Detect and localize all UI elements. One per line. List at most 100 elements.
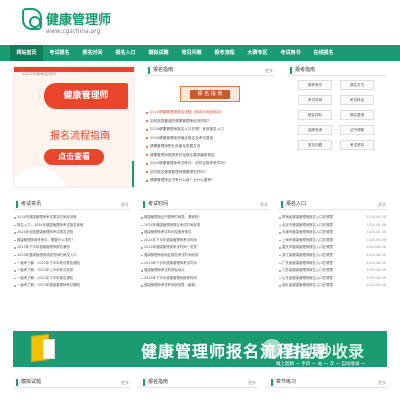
guide-list-item[interactable]: 如何选择靠谱的健康管理师培训机构？ xyxy=(145,117,275,126)
guide-list-item[interactable]: 健康管理师职业前景及发展方向 xyxy=(145,142,275,151)
guide-button-5[interactable]: 报名费用 xyxy=(340,110,374,120)
guide-list-item[interactable]: 2024健康管理师考试条件：你符合报考条件吗？ xyxy=(145,159,275,168)
list-item[interactable]: 健康管理师各地区报名考试时间安排 xyxy=(140,252,270,260)
nav-item-7[interactable]: 大赛专区 xyxy=(241,45,274,61)
banner-accent xyxy=(132,161,134,187)
section-title: 报名入口 xyxy=(281,201,306,208)
section-header: 模拟试题 更多 xyxy=(13,378,131,388)
list-item-text: 2023年下半年健康管理师考试时间 xyxy=(144,260,197,265)
list-item-text: 健康管理师考试时间安排表（最新） xyxy=(144,283,199,288)
news-list: 2024年健康管理师考试报名时间及流程 报名入口：2024年健康管理师考试报名官网… xyxy=(13,214,131,290)
nav-item-1[interactable]: 考试报名 xyxy=(43,45,76,61)
nav-item-5[interactable]: 常见问题 xyxy=(175,45,208,61)
list-item[interactable]: 健康管理师报考条件，需要什么学历？ xyxy=(13,237,131,245)
list-item[interactable]: 健康管理师考试时间及报考条件 xyxy=(140,229,270,237)
guide-button-9[interactable]: 考试资料 xyxy=(340,140,374,150)
exam-guide-panel: 报考指南 报考条件 报名方式 考试时间 考试科目 报名材料 报名费用 成绩查询 证书领取 常见问… xyxy=(287,66,387,190)
nav-item-2[interactable]: 报名时间 xyxy=(76,45,109,61)
list-item-text: 一级考了解，2021年健康管理师考试通知 xyxy=(17,283,80,288)
list-item[interactable]: 2024-08-08 重庆市健康管理师报名入口在哪里 xyxy=(278,244,388,252)
banner-view-button[interactable]: 点击查看 xyxy=(44,149,104,165)
watermark: 自动秒收录 做上超精 一 手的 一 站 一 次 一 自动收录 一 xyxy=(262,338,384,367)
list-item[interactable]: 一级考了解，2021年下半年报名通知 xyxy=(13,275,131,283)
guide-button-1[interactable]: 报名方式 xyxy=(340,80,374,90)
guide-list-item[interactable]: 2024健康管理师资格证报名及考试费用 xyxy=(145,134,275,143)
banner-card: 健康管理师 xyxy=(44,83,128,109)
list-item[interactable]: 2024年健康管理师报名考试时间安排 xyxy=(140,222,270,230)
guide-list-item[interactable]: 2024健康管理师报名入口在哪？官网报名入口 xyxy=(145,125,275,134)
list-item[interactable]: 一级考了解，2022年下半年考试报名通知 xyxy=(13,260,131,268)
nav-item-6[interactable]: 报考流程 xyxy=(208,45,241,61)
more-link[interactable]: 更多 xyxy=(265,68,273,74)
more-link[interactable]: 更多 xyxy=(248,380,256,386)
nav-item-3[interactable]: 报名入口 xyxy=(109,45,142,61)
list-item-text: 2024年健康管理师报名考试时间安排 xyxy=(144,222,201,227)
list-item[interactable]: 2024-08-08 江苏省健康管理师报名入口在哪里 xyxy=(278,267,388,275)
entry-list: 2024-08-08 青海省健康管理师报名入口在哪里 2024-08-08 北京市健康… xyxy=(278,214,388,290)
list-item[interactable]: 2024年健康管理师考试时间一览表 xyxy=(140,244,270,252)
guide-button-6[interactable]: 成绩查询 xyxy=(298,125,332,135)
list-item-date: 2024-08-08 xyxy=(366,230,386,235)
list-item[interactable]: 2024-08-08 浙江省健康管理师报名入口在哪里 xyxy=(278,252,388,260)
more-link[interactable]: 更多 xyxy=(378,202,386,208)
list-item[interactable]: 报名入口：2024年健康管理师考试报名官网 xyxy=(13,222,131,230)
list-item[interactable]: 2024年下半年健康管理师考试时间 xyxy=(140,237,270,245)
list-item-text: 浙江省健康管理师报名入口在哪里 xyxy=(282,252,333,257)
guide-button-7[interactable]: 证书领取 xyxy=(340,125,374,135)
list-item-text: 健康管理师各地区报名考试时间安排 xyxy=(144,252,199,257)
guide-list-item[interactable]: 2024健康管理师报名流程（报名时间及网址） xyxy=(145,108,275,117)
guide-image[interactable]: 报 名 指 南 xyxy=(180,86,240,102)
list-item-text: 青海省健康管理师报名入口在哪里 xyxy=(282,215,333,219)
list-item-text: 2024年健康管理师考试时间一览表 xyxy=(144,245,197,250)
promo-banner[interactable]: 2024年健康管理师 健康管理师 报名流程指南 点击查看 xyxy=(13,66,135,188)
more-link[interactable]: 更多 xyxy=(378,380,386,386)
list-item[interactable]: 2024-08-08 北京市健康管理师报名入口在哪里 xyxy=(278,222,388,230)
list-item[interactable]: 健康管理师证书报考时间表，看我的！ xyxy=(140,214,270,222)
more-link[interactable]: 更多 xyxy=(121,380,129,386)
list-item[interactable]: 2024-08-08 天津市健康管理师报名入口在哪里 xyxy=(278,229,388,237)
list-item[interactable]: 2024年全国健康管理师考试报名须知 xyxy=(13,229,131,237)
section-header: 报名入口 更多 xyxy=(278,200,388,210)
list-item[interactable]: 2023年下半年健康管理师考试时间 xyxy=(140,260,270,268)
list-item-date: 2024-08-08 xyxy=(366,268,386,273)
guide-list-item[interactable]: 健康管理师报考条件及报名要求最新规定 xyxy=(145,151,275,160)
nav-item-9[interactable]: 在线报名 xyxy=(307,45,340,61)
list-item[interactable]: 健康管理师考试时间安排表（最新） xyxy=(140,282,270,290)
list-item[interactable]: 2024-08-08 上海市健康管理师报名入口在哪里 xyxy=(278,237,388,245)
nav-item-4[interactable]: 模拟试题 xyxy=(142,45,175,61)
list-item[interactable]: 一级考了解，2021年健康管理师考试通知 xyxy=(13,282,131,290)
section-header: 考试资讯 更多 xyxy=(13,200,131,210)
section-title: 考试资讯 xyxy=(16,201,41,208)
list-item[interactable]: 2024年健康管理师考试报名时间及流程 xyxy=(13,214,131,222)
list-item[interactable]: 2024-08-08 广东省健康管理师报名入口在哪里 xyxy=(278,260,388,268)
nav-item-8[interactable]: 考试用书 xyxy=(274,45,307,61)
main-nav: 网站首页 考试报名 报名时间 报名入口 模拟试题 常见问题 报考流程 大赛专区 考试用书 在线报名 xyxy=(0,45,400,61)
entry-column: 报名入口 更多 2024-08-08 青海省健康管理师报名入口在哪里 2024-08… xyxy=(278,200,388,332)
section-title: 考试时间 xyxy=(143,201,168,208)
guide-list-item[interactable]: 健康管理师证书有什么用？为什么要考？ xyxy=(145,176,275,185)
list-item-date: 2024-08-08 xyxy=(366,283,386,288)
guide-list-item[interactable]: 初次报名健康管理师需要哪些材料？ xyxy=(145,168,275,177)
banner-caption: 2024年健康管理师 xyxy=(22,71,57,76)
list-item[interactable]: 健康管理师考试时间及地点 xyxy=(140,267,270,275)
site-logo[interactable]: 健康管理师 www.cgschina.org xyxy=(22,6,132,36)
list-item[interactable]: 2024-08-08 湖北省健康管理师报名入口在哪里 xyxy=(278,282,388,290)
list-item[interactable]: 2023年健康管理师成绩查询时间及入口 xyxy=(13,252,131,260)
more-link[interactable]: 更多 xyxy=(121,202,129,208)
list-item[interactable]: 2023年下半年健康管理师报名通知 xyxy=(13,244,131,252)
list-item-text: 天津市健康管理师报名入口在哪里 xyxy=(282,230,333,235)
guide-button-4[interactable]: 报名材料 xyxy=(298,110,332,120)
guide-button-3[interactable]: 考试科目 xyxy=(340,95,374,105)
more-link[interactable]: 更多 xyxy=(260,202,268,208)
nav-item-0[interactable]: 网站首页 xyxy=(10,45,43,61)
list-item[interactable]: 2024-08-08 山东省健康管理师报名入口在哪里 xyxy=(278,275,388,283)
list-item[interactable]: 一级考了解，2022年上半年考试安排 xyxy=(13,267,131,275)
guide-button-2[interactable]: 考试时间 xyxy=(298,95,332,105)
guide-button-8[interactable]: 常见问题 xyxy=(298,140,332,150)
list-item-text: 北京市健康管理师报名入口在哪里 xyxy=(282,222,333,227)
list-item[interactable]: 2024-08-08 青海省健康管理师报名入口在哪里 xyxy=(278,214,388,222)
logo-title: 健康管理师 xyxy=(46,13,112,28)
list-item[interactable]: 2024年下半年健康管理师报考时间 xyxy=(140,275,270,283)
guide-button-0[interactable]: 报考条件 xyxy=(298,80,332,90)
list-item-text: 一级考了解，2022年下半年考试报名通知 xyxy=(17,260,80,265)
